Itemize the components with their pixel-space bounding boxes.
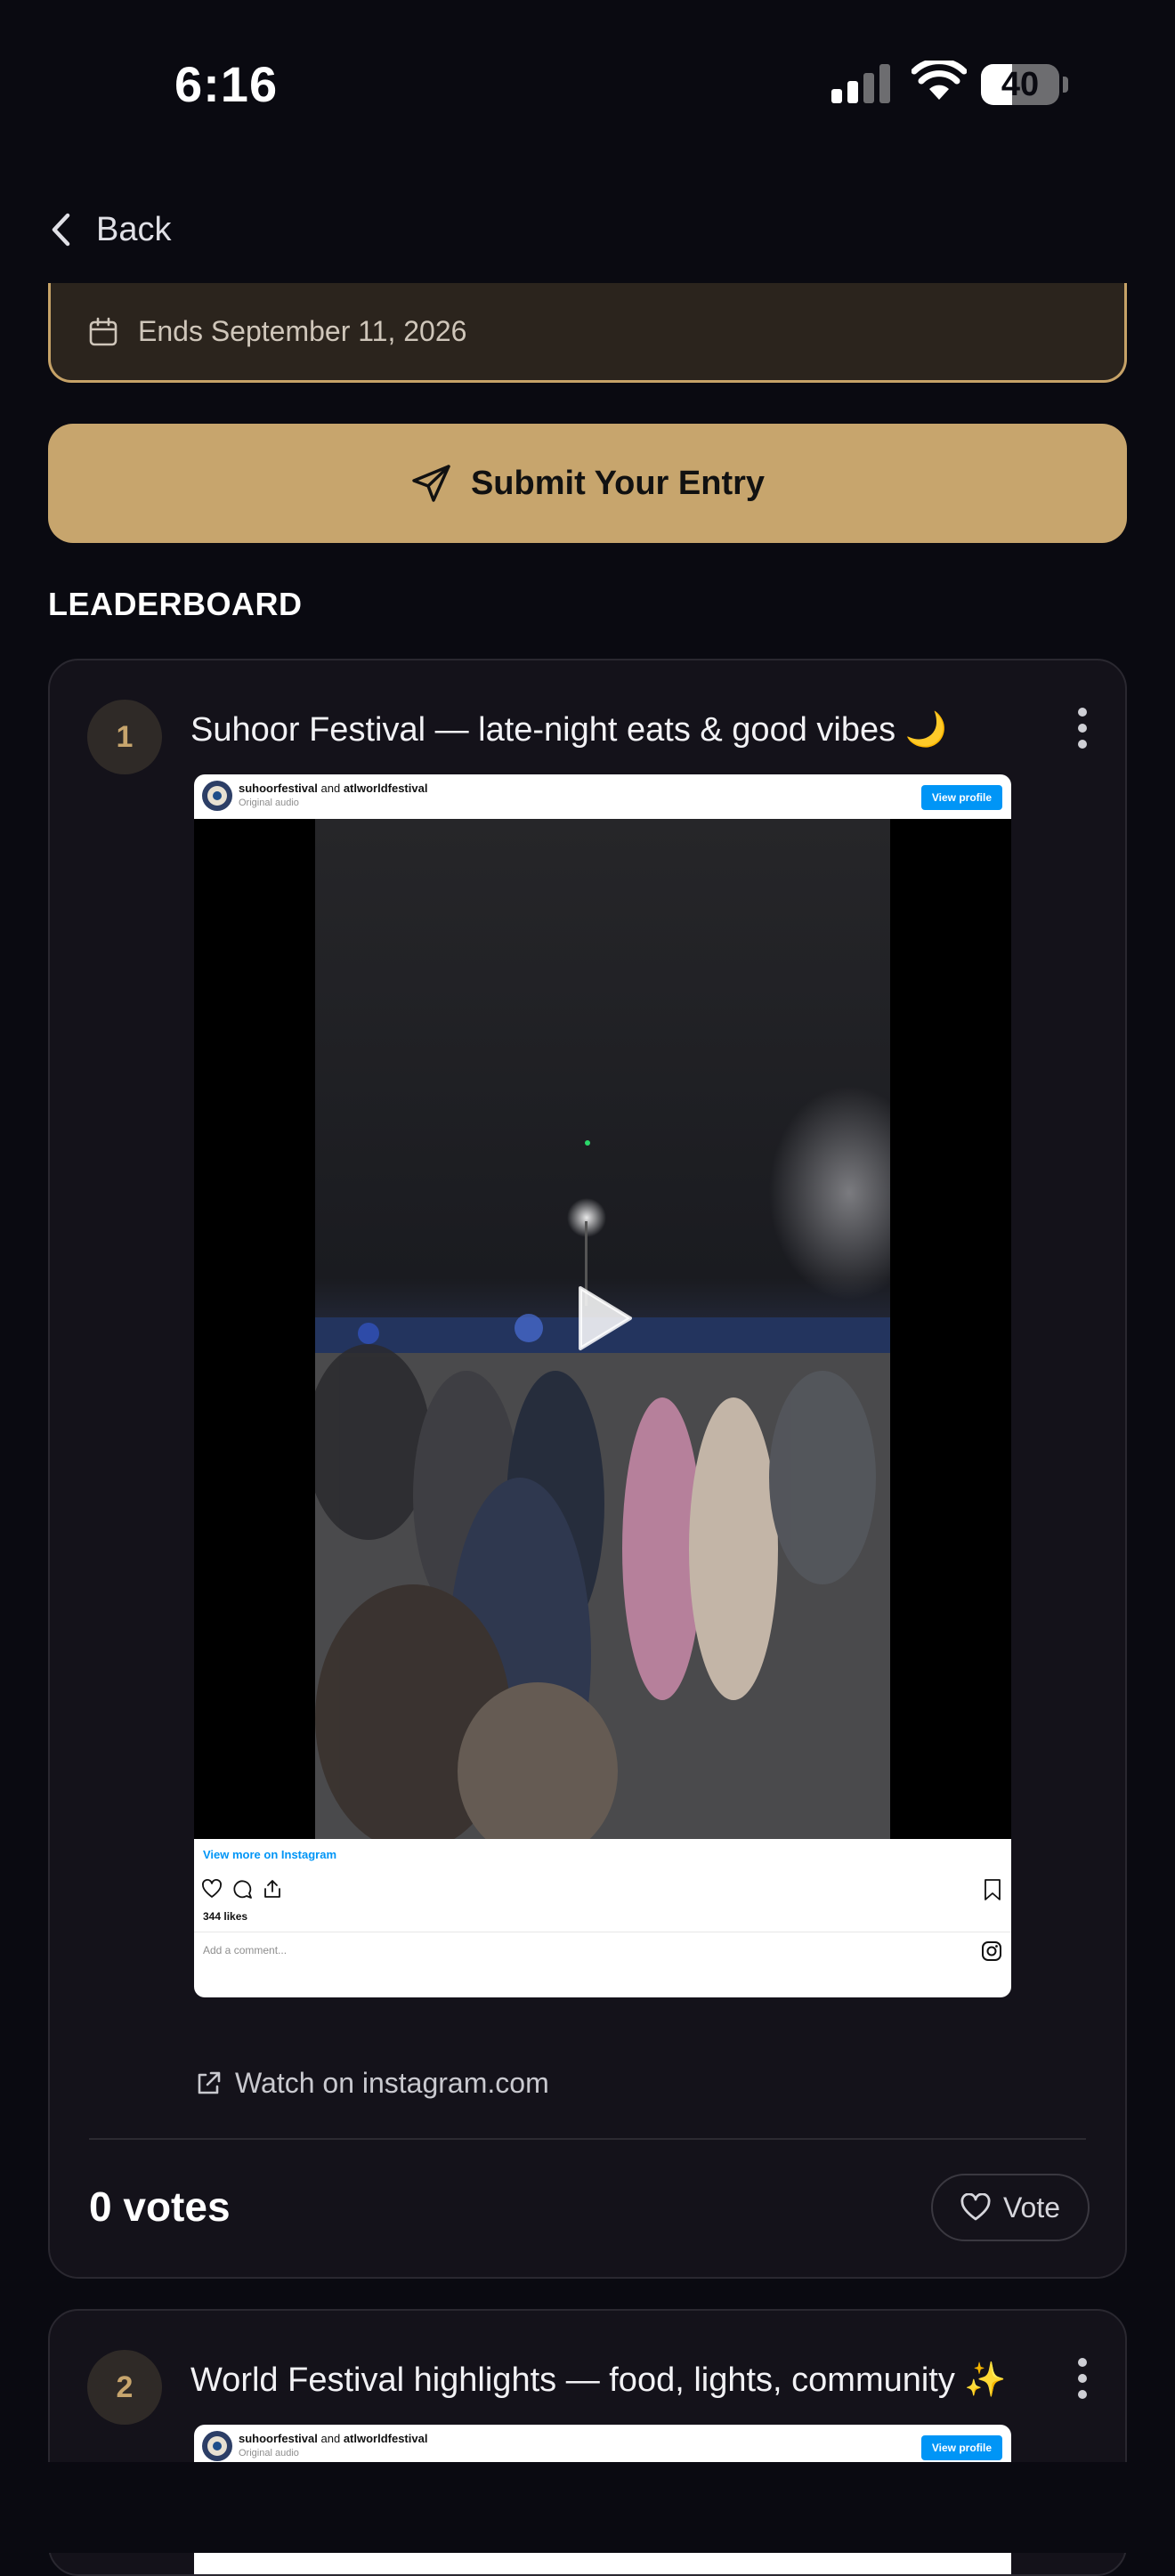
leaderboard-heading: LEADERBOARD	[48, 586, 303, 622]
entry-title: Suhoor Festival — late-night eats & good…	[190, 711, 947, 749]
embed-author-line: suhoorfestival and atlworldfestival	[239, 782, 427, 795]
more-vertical-icon[interactable]	[1065, 2352, 1100, 2405]
more-vertical-icon[interactable]	[1065, 701, 1100, 755]
author-joiner: and	[320, 2432, 341, 2445]
back-button[interactable]: Back	[50, 201, 171, 258]
card-divider	[89, 2138, 1086, 2140]
audio-label: Original audio	[239, 798, 299, 808]
author-name[interactable]: suhoorfestival	[239, 782, 318, 795]
heart-icon	[960, 2193, 991, 2221]
watch-on-instagram-link[interactable]: Watch on instagram.com	[194, 2067, 549, 2100]
cellular-signal-icon	[831, 64, 890, 103]
vote-count: 0 votes	[89, 2183, 231, 2230]
external-link-icon	[198, 2071, 221, 2094]
vote-label: Vote	[1002, 2191, 1061, 2224]
battery-nub	[1063, 77, 1068, 93]
back-chevron-icon	[52, 213, 70, 247]
embed-actions	[201, 1878, 283, 1901]
coauthor-name[interactable]: atlworldfestival	[344, 782, 428, 795]
bottom-safe-area	[0, 2462, 1175, 2553]
profile-avatar[interactable]	[201, 2430, 233, 2462]
profile-avatar[interactable]	[201, 780, 233, 812]
play-icon[interactable]	[577, 1284, 634, 1352]
bookmark-icon[interactable]	[983, 1878, 1002, 1901]
view-profile-button[interactable]: View profile	[920, 785, 1002, 810]
battery-indicator: 40	[981, 64, 1059, 105]
submit-entry-button[interactable]: Submit Your Entry	[48, 424, 1127, 543]
embed-header: suhoorfestival and atlworldfestival Orig…	[194, 774, 1011, 819]
comment-icon[interactable]	[231, 1878, 253, 1900]
battery-percent: 40	[1001, 65, 1040, 103]
view-profile-button[interactable]: View profile	[920, 2435, 1002, 2460]
embed-author-line: suhoorfestival and atlworldfestival	[239, 2432, 427, 2445]
comment-input[interactable]: Add a comment...	[203, 1944, 287, 1956]
entry-title: World Festival highlights — food, lights…	[190, 2361, 1007, 2399]
likes-count: 344 likes	[203, 1910, 248, 1923]
end-date-label: Ends September 11, 2026	[138, 315, 467, 347]
coauthor-name[interactable]: atlworldfestival	[344, 2432, 428, 2445]
status-time: 6:16	[174, 56, 279, 112]
calendar-icon	[89, 317, 118, 345]
author-name[interactable]: suhoorfestival	[239, 2432, 318, 2445]
vote-button[interactable]: Vote	[931, 2174, 1090, 2241]
leaderboard-entry-card: 1 Suhoor Festival — late-night eats & go…	[48, 659, 1127, 2279]
watch-label: Watch on instagram.com	[235, 2067, 549, 2099]
audio-label: Original audio	[239, 2448, 299, 2459]
author-joiner: and	[320, 782, 341, 795]
send-icon	[412, 465, 450, 502]
wifi-icon	[912, 61, 967, 100]
heart-icon[interactable]	[201, 1878, 223, 1900]
challenge-end-date-card: Ends September 11, 2026	[48, 283, 1127, 383]
submit-entry-label: Submit Your Entry	[470, 464, 766, 502]
view-more-instagram-link[interactable]: View more on Instagram	[203, 1848, 336, 1861]
video-player[interactable]	[194, 819, 1011, 1839]
rank-badge: 1	[87, 700, 162, 774]
back-label: Back	[96, 210, 172, 248]
instagram-icon[interactable]	[981, 1940, 1002, 1962]
instagram-embed: suhoorfestival and atlworldfestival Orig…	[194, 774, 1011, 1997]
rank-badge: 2	[87, 2350, 162, 2425]
share-icon[interactable]	[262, 1878, 283, 1900]
